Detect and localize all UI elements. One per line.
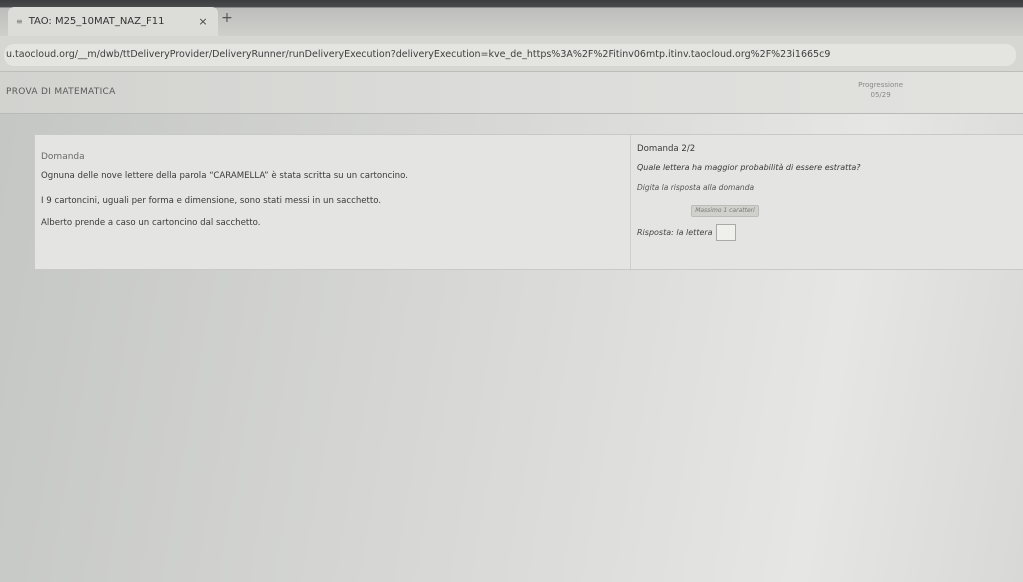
question-instruction: Digita la risposta alla domanda <box>637 183 755 192</box>
browser-tab-bar: ≡ TAO: M25_10MAT_NAZ_F11 × + <box>0 0 1023 36</box>
browser-address-bar: u.taocloud.org/__m/dwb/ttDeliveryProvide… <box>0 36 1023 72</box>
progress-value: 05/29 <box>870 91 891 99</box>
question-number: Domanda 2/2 <box>637 144 696 154</box>
answer-label: Risposta: la lettera <box>637 228 713 237</box>
stimulus-text-line: Alberto prende a caso un cartoncino dal … <box>41 218 261 228</box>
tab-title: TAO: M25_10MAT_NAZ_F11 <box>28 16 165 27</box>
interaction-panel: Domanda 2/2 Quale lettera ha maggior pro… <box>635 135 1023 271</box>
stimulus-text-line: Ognuna delle nove lettere della parola “… <box>41 171 408 181</box>
new-tab-button[interactable]: + <box>220 10 234 26</box>
url-field[interactable]: u.taocloud.org/__m/dwb/ttDeliveryProvide… <box>4 44 1016 66</box>
stimulus-panel: Domanda Ognuna delle nove lettere della … <box>35 135 631 271</box>
stimulus-heading: Domanda <box>41 152 85 162</box>
progress-label: Progressione <box>858 81 903 89</box>
character-limit-badge: Massimo 1 caratteri <box>691 205 759 217</box>
question-prompt: Quale lettera ha maggior probabilità di … <box>637 163 861 172</box>
test-title: PROVA DI MATEMATICA <box>6 87 116 97</box>
tab-close-icon[interactable]: × <box>196 15 210 28</box>
test-header: PROVA DI MATEMATICA Progressione 05/29 <box>0 72 1023 114</box>
browser-tab[interactable]: ≡ TAO: M25_10MAT_NAZ_F11 × <box>8 7 218 36</box>
progress-indicator: Progressione 05/29 <box>858 81 903 99</box>
stimulus-text-line: I 9 cartoncini, uguali per forma e dimen… <box>41 196 382 206</box>
tab-favicon-icon: ≡ <box>16 17 23 26</box>
answer-input[interactable] <box>715 224 736 241</box>
answer-row: Risposta: la lettera <box>637 224 736 241</box>
question-card: Domanda Ognuna delle nove lettere della … <box>34 134 1023 271</box>
